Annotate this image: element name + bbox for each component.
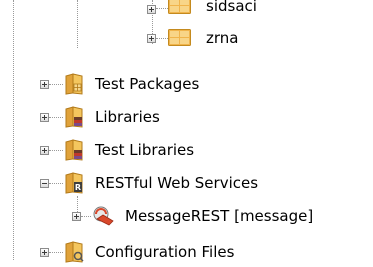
tree-item-configuration-files[interactable]: Configuration Files [40,238,234,266]
tree-guide-line [49,251,63,253]
tree-guide-line [81,215,91,217]
expand-icon[interactable] [40,112,49,122]
tree-guide-line [77,0,78,48]
tree-item-zrna[interactable]: zrna [147,24,238,52]
tree-item-restful-web-services[interactable]: R RESTful Web Services [40,169,258,197]
tree-item-message-rest[interactable]: MessageREST [message] [72,202,313,230]
tree-item-test-libraries[interactable]: Test Libraries [40,136,194,164]
tree-guide-line [156,37,168,39]
tree-item-label: Test Packages [95,75,200,93]
expand-icon[interactable] [40,79,49,89]
expand-icon[interactable] [40,145,49,155]
tree-item-label: zrna [206,29,239,47]
tree-item-label: Libraries [95,108,160,126]
tree-item-test-packages[interactable]: Test Packages [40,70,199,98]
tree-item-label: Test Libraries [95,141,195,159]
expand-icon[interactable] [40,247,49,257]
collapse-icon[interactable] [40,178,49,188]
package-icon [168,29,192,47]
rest-service-icon [91,205,115,227]
tree-item-label: MessageREST [message] [125,207,314,225]
expand-icon[interactable] [147,4,156,14]
tree-guide-line [49,182,63,184]
svg-text:R: R [75,183,81,192]
test-libraries-folder-icon [63,139,85,161]
tree-guide-line [13,0,14,260]
tree-item-label: sidsaci [206,0,257,15]
tree-item-label: Configuration Files [95,243,235,261]
libraries-folder-icon [63,106,85,128]
tree-item-libraries[interactable]: Libraries [40,103,160,131]
tree-guide-line [49,116,63,118]
expand-icon[interactable] [72,211,81,221]
tree-guide-line [49,149,63,151]
tree-guide-line [156,7,168,9]
package-icon [168,0,192,15]
expand-icon[interactable] [147,33,156,43]
restful-services-folder-icon: R [63,172,85,194]
test-packages-folder-icon [63,73,85,95]
tree-item-label: RESTful Web Services [95,174,259,192]
project-tree: sidsaci zrna Test Packages Libraries Tes… [0,0,373,263]
tree-guide-line [49,83,63,85]
